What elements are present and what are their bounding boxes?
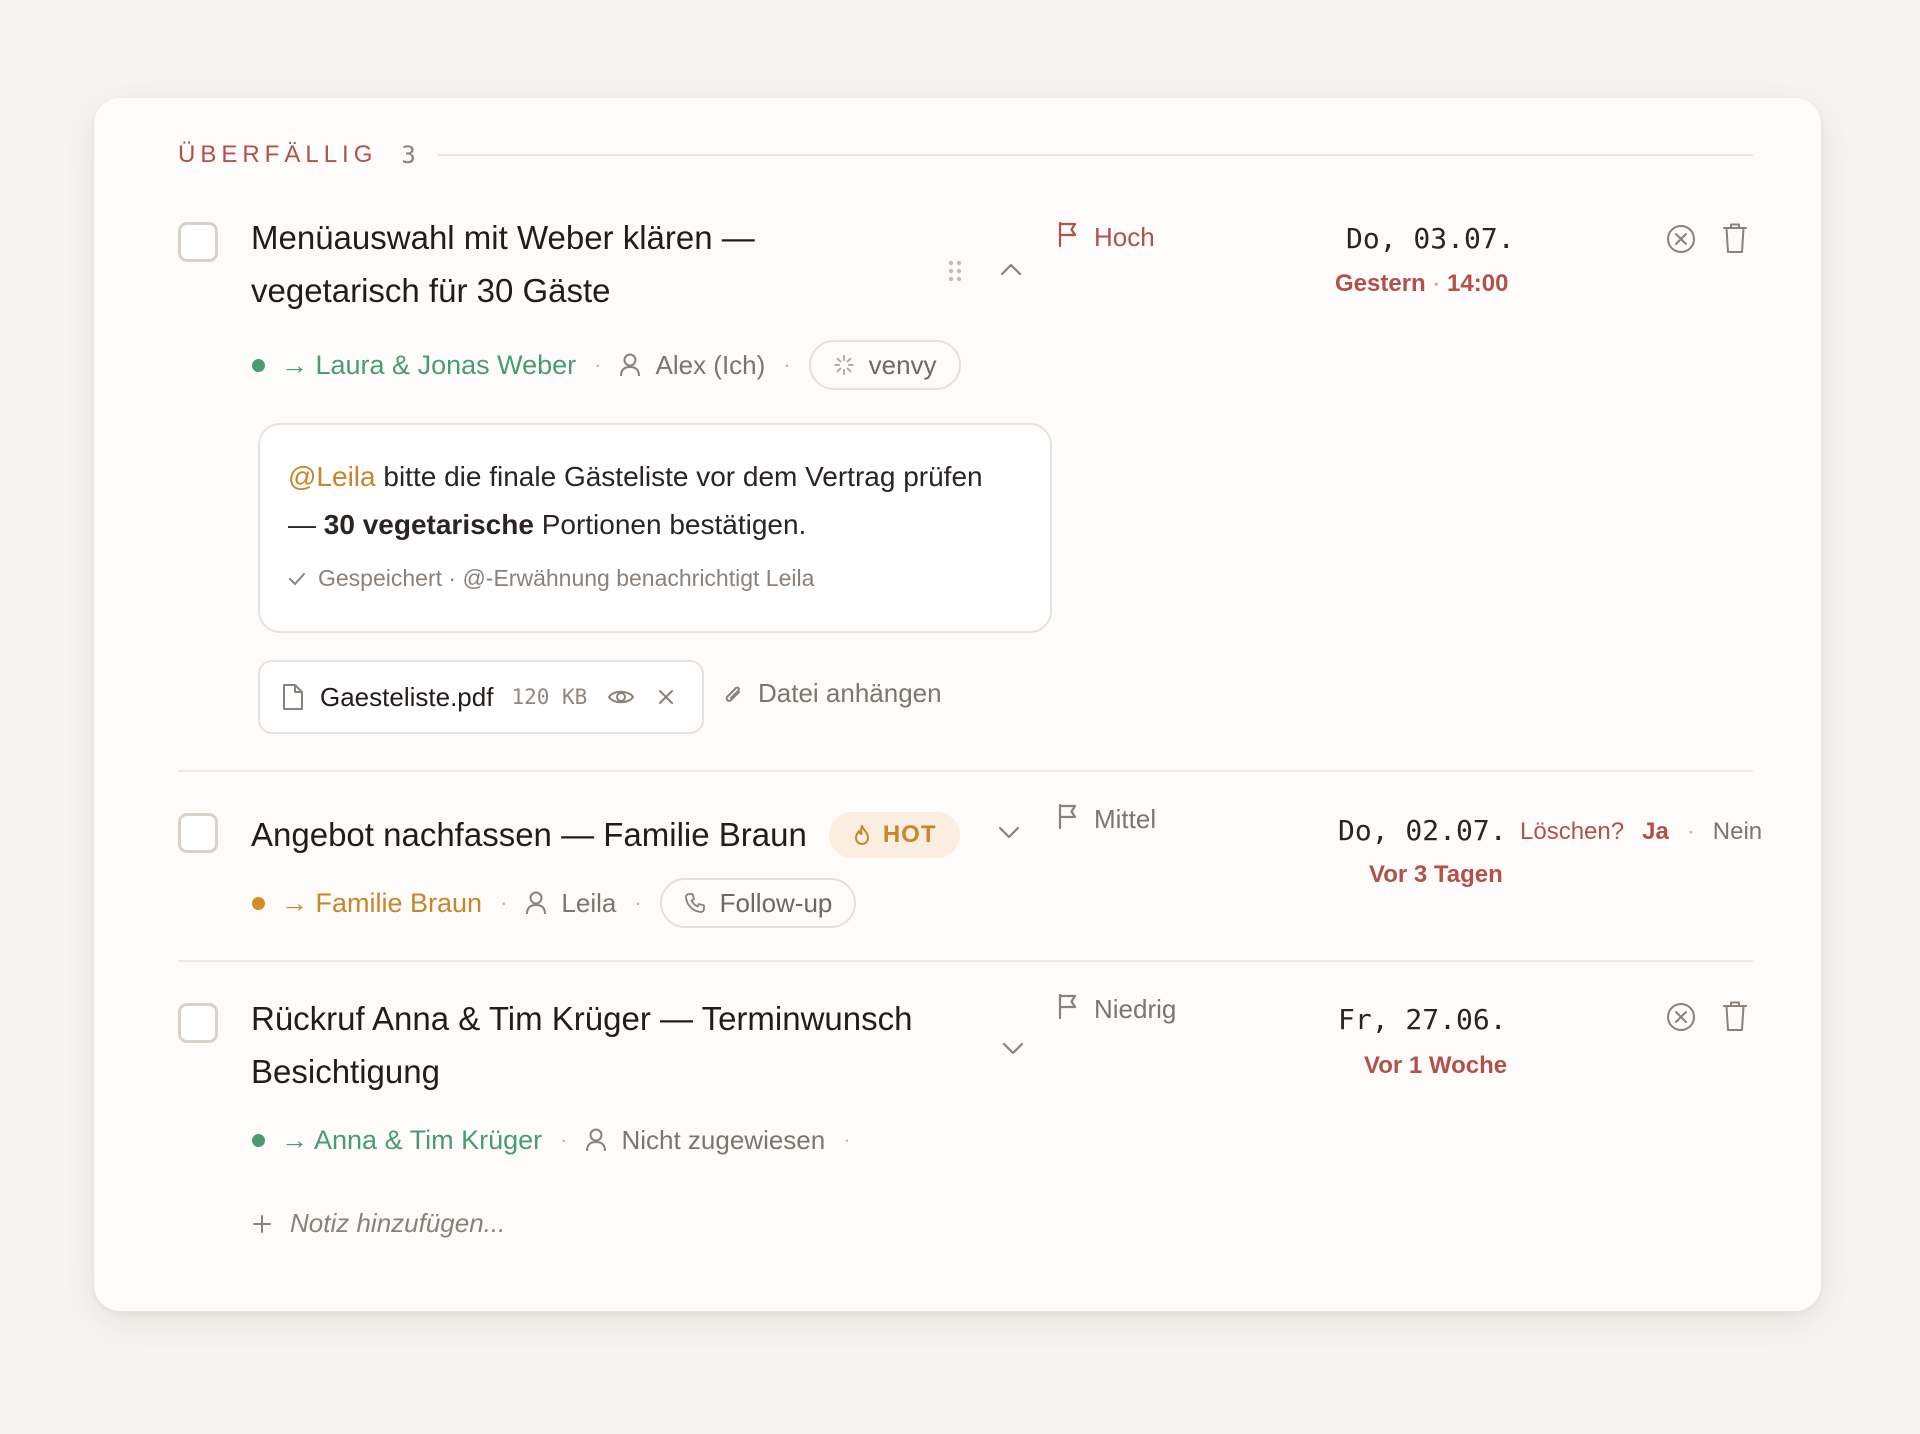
status-dot xyxy=(252,358,265,372)
flag-icon xyxy=(1056,220,1080,255)
add-note-button[interactable]: Notiz hinzufügen... xyxy=(252,1208,505,1239)
note-text: @Leila bitte die finale Gästeliste vor d… xyxy=(288,453,1022,549)
trash-icon[interactable] xyxy=(1722,222,1748,254)
assignee[interactable]: Alex (Ich) xyxy=(655,350,765,381)
task-title-line: Rückruf Anna & Tim Krüger — Terminwunsch xyxy=(251,1000,913,1037)
trash-icon[interactable] xyxy=(1722,1000,1748,1032)
note-status-text: Gespeichert · @-Erwähnung benachrichtigt… xyxy=(318,565,815,591)
confirm-yes-button[interactable]: Ja xyxy=(1642,818,1669,846)
flame-icon xyxy=(853,824,871,846)
priority-label: Mittel xyxy=(1094,804,1157,834)
drag-handle-icon[interactable] xyxy=(948,260,962,282)
task-checkbox[interactable] xyxy=(178,222,218,262)
contact-link[interactable]: → Laura & Jonas Weber xyxy=(281,350,576,381)
task-meta: → Familie Braun · Leila · Follow-up xyxy=(252,878,857,928)
section-count: 3 xyxy=(401,141,416,169)
note-text-part: Portionen bestätigen. xyxy=(533,509,807,540)
note-text-part: — xyxy=(288,509,324,540)
flag-icon xyxy=(1056,992,1080,1027)
note-status: Gespeichert · @-Erwähnung benachrichtigt… xyxy=(288,565,1022,592)
assignee[interactable]: Nicht zugewiesen xyxy=(621,1125,825,1156)
file-name: Gaesteliste.pdf xyxy=(320,681,494,712)
section-divider xyxy=(437,154,1753,156)
chevron-down-icon[interactable] xyxy=(998,826,1020,840)
status-dot xyxy=(252,896,265,910)
due-relative-day: Gestern xyxy=(1335,270,1426,297)
check-icon xyxy=(288,572,306,586)
attachment-chip[interactable]: Gaesteliste.pdf 120 KB xyxy=(258,660,704,734)
section-title: ÜBERFÄLLIG xyxy=(178,141,378,168)
circle-x-icon[interactable] xyxy=(1666,1002,1696,1032)
user-icon xyxy=(619,353,641,377)
due-relative: Vor 3 Tagen xyxy=(1369,861,1503,888)
delete-confirm: Löschen? Ja · Nein xyxy=(1520,818,1762,846)
task-title[interactable]: Rückruf Anna & Tim Krüger — Terminwunsch… xyxy=(251,992,951,1098)
due-date: Do, 03.07. xyxy=(1346,222,1515,255)
eye-icon[interactable] xyxy=(607,687,635,707)
spinner-icon xyxy=(833,354,855,376)
due-relative: Vor 1 Woche xyxy=(1364,1052,1508,1079)
hot-label: HOT xyxy=(882,820,937,848)
task-title-row: Angebot nachfassen — Familie Braun HOT xyxy=(251,808,961,861)
attach-file-button[interactable]: Datei anhängen xyxy=(722,678,942,709)
task-title[interactable]: Menüauswahl mit Weber klären — vegetaris… xyxy=(251,211,851,317)
source-label: venvy xyxy=(868,349,937,380)
file-size: 120 KB xyxy=(511,685,588,709)
user-icon xyxy=(585,1128,607,1152)
due-relative-time: 14:00 xyxy=(1447,270,1509,297)
priority-label: Hoch xyxy=(1094,222,1155,252)
add-note-label: Notiz hinzufügen... xyxy=(290,1208,506,1238)
circle-x-icon[interactable] xyxy=(1666,224,1696,254)
phone-icon xyxy=(684,892,706,914)
attach-label: Datei anhängen xyxy=(758,678,942,708)
section-header: ÜBERFÄLLIG 3 xyxy=(178,140,1753,170)
due-relative: Gestern · 14:00 xyxy=(1335,270,1509,297)
task-meta: → Anna & Tim Krüger · Nicht zugewiesen · xyxy=(252,1118,869,1162)
note-bold: 30 vegetarische xyxy=(323,509,534,540)
chevron-down-icon[interactable] xyxy=(1002,1042,1024,1056)
note-text-part: bitte die finale Gästeliste vor dem Vert… xyxy=(375,461,983,492)
source-chip[interactable]: Follow-up xyxy=(659,878,857,928)
task-title-line: Menüauswahl mit Weber klären — xyxy=(251,219,755,256)
task-title-line: vegetarisch für 30 Gäste xyxy=(251,272,611,309)
task-meta: → Laura & Jonas Weber · Alex (Ich) · ven… xyxy=(252,340,961,390)
confirm-separator: · xyxy=(1686,818,1695,845)
file-icon xyxy=(282,683,304,711)
priority-selector[interactable]: Mittel xyxy=(1056,802,1156,837)
task-title-line: Besichtigung xyxy=(251,1053,440,1090)
task-divider xyxy=(178,960,1753,962)
assignee[interactable]: Leila xyxy=(561,888,616,919)
due-date: Fr, 27.06. xyxy=(1338,1003,1507,1036)
priority-selector[interactable]: Hoch xyxy=(1056,220,1155,255)
due-date: Do, 02.07. xyxy=(1338,814,1507,847)
note-editor[interactable]: @Leila bitte die finale Gästeliste vor d… xyxy=(258,423,1052,633)
priority-selector[interactable]: Niedrig xyxy=(1056,992,1176,1027)
contact-link[interactable]: → Familie Braun xyxy=(281,888,482,919)
hot-tag[interactable]: HOT xyxy=(828,811,961,858)
status-dot xyxy=(252,1133,265,1147)
task-card: ÜBERFÄLLIG 3 Menüauswahl mit Weber kläre… xyxy=(94,98,1821,1311)
task-checkbox[interactable] xyxy=(178,813,218,853)
source-label: Follow-up xyxy=(719,887,833,918)
paperclip-icon xyxy=(722,680,744,708)
mention[interactable]: @Leila xyxy=(288,461,376,492)
confirm-no-button[interactable]: Nein xyxy=(1713,818,1762,846)
source-chip[interactable]: venvy xyxy=(808,340,961,390)
priority-label: Niedrig xyxy=(1094,994,1177,1024)
delete-question: Löschen? xyxy=(1520,818,1625,845)
task-divider xyxy=(178,770,1753,772)
plus-icon xyxy=(252,1214,272,1234)
task-title[interactable]: Angebot nachfassen — Familie Braun xyxy=(251,808,807,861)
contact-link[interactable]: → Anna & Tim Krüger xyxy=(281,1125,542,1156)
chevron-up-icon[interactable] xyxy=(1000,262,1022,276)
flag-icon xyxy=(1056,802,1080,837)
close-icon[interactable] xyxy=(657,688,675,706)
user-icon xyxy=(525,891,547,915)
task-checkbox[interactable] xyxy=(178,1003,218,1043)
